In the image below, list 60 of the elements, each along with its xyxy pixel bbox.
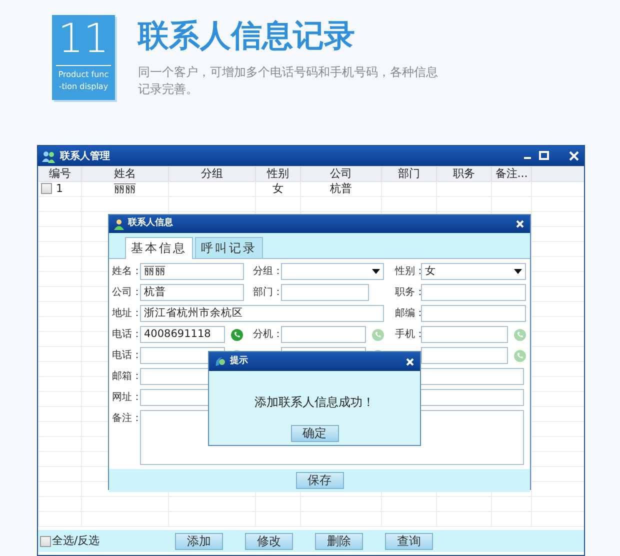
save-button[interactable]: 保存 <box>296 472 344 489</box>
caret-icon <box>372 269 380 274</box>
tab[interactable]: 呼叫记录 <box>195 237 263 258</box>
close-icon[interactable] <box>515 219 525 229</box>
field-label: 分机： <box>253 328 281 342</box>
row-checkbox[interactable] <box>41 183 52 194</box>
table-cell: 杭普 <box>330 182 352 195</box>
tab[interactable]: 基本信息 <box>125 237 193 259</box>
table-cell: 丽丽 <box>114 182 136 195</box>
input-field[interactable] <box>421 326 508 343</box>
select-all-checkbox[interactable] <box>40 536 51 546</box>
description-text: 同一个客户，可增加多个电话号码和手机号码，各种信息记录完善。 <box>138 64 439 98</box>
field-label: 邮编： <box>395 306 421 321</box>
field-label: 电话： <box>112 328 140 342</box>
badge-caption: -tion display <box>58 81 110 93</box>
alert-title: 提示 <box>230 354 248 368</box>
close-icon[interactable] <box>405 356 415 366</box>
ok-button[interactable]: 确定 <box>290 425 338 442</box>
field-label: 职务： <box>395 286 421 300</box>
badge-number: 11 <box>57 15 110 63</box>
badge-caption: Product func <box>57 69 110 81</box>
input-field[interactable] <box>421 347 508 364</box>
input-field[interactable]: 浙江省杭州市余杭区 <box>140 305 384 322</box>
action-button[interactable]: 修改 <box>245 532 293 550</box>
field-label: 邮箱： <box>112 370 140 384</box>
input-field[interactable] <box>281 326 366 343</box>
contacts-icon <box>42 150 56 162</box>
input-field[interactable] <box>281 284 369 301</box>
page-title: 联系人信息记录 <box>138 17 355 56</box>
field-label: 备注： <box>112 412 140 426</box>
field-label: 电话： <box>112 348 140 363</box>
field-label: 部门： <box>253 286 281 300</box>
field-label: 网址： <box>112 390 140 405</box>
input-field[interactable] <box>421 305 526 322</box>
field-label: 地址： <box>112 306 140 321</box>
input-field[interactable]: 杭普 <box>140 284 244 301</box>
field-label: 性别： <box>395 264 421 279</box>
field-label: 姓名： <box>112 265 140 279</box>
field-label: 手机： <box>395 328 421 342</box>
close-icon[interactable] <box>568 150 580 162</box>
action-button[interactable]: 查询 <box>385 532 433 550</box>
input-field[interactable]: 4008691118 <box>140 326 225 343</box>
dropdown-field[interactable]: 女 <box>421 263 526 280</box>
app-logo-icon <box>214 356 226 368</box>
input-field[interactable] <box>421 284 526 301</box>
action-button[interactable]: 添加 <box>175 532 223 550</box>
table-cell: 1 <box>56 182 63 195</box>
input-field[interactable]: 丽丽 <box>140 263 244 280</box>
alert-message: 添加联系人信息成功！ <box>254 394 374 411</box>
maximize-icon[interactable] <box>538 150 550 162</box>
field-label: 分组： <box>253 265 281 279</box>
table-cell: 女 <box>272 182 284 195</box>
window-title: 联系人管理 <box>60 150 111 164</box>
action-button[interactable]: 删除 <box>315 532 363 550</box>
checkbox-label[interactable]: 全选/反选 <box>52 532 100 550</box>
dialog-title: 联系人信息 <box>128 217 173 230</box>
dropdown-field[interactable] <box>281 263 384 280</box>
caret-icon <box>514 269 522 274</box>
field-label: 公司： <box>112 286 140 300</box>
person-icon <box>114 218 124 230</box>
